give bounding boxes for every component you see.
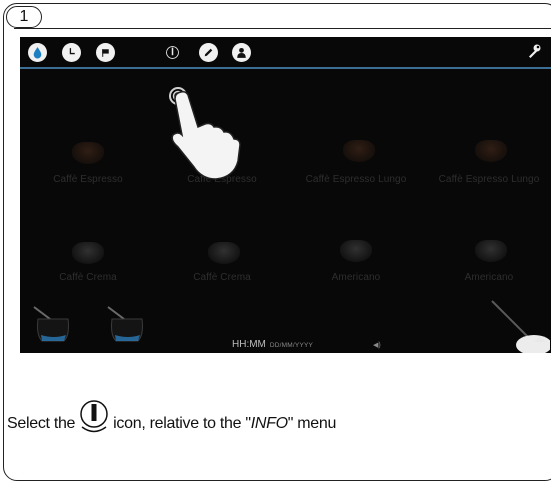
instruction-middle: icon, relative to the " [113,415,251,432]
beverage-cup-icon [343,140,375,162]
beverage-cup-icon [475,140,507,162]
beverage-tile-label[interactable]: Caffè Espresso Lungo [424,174,551,185]
instruction-text: Select the icon, relative to the "INFO" … [7,400,337,442]
beverage-cup-icon [72,242,104,264]
beverage-tile-label[interactable]: Caffè Crema [157,272,287,283]
status-date: DD/MM/YYYY [269,342,314,349]
up-arrow-icon[interactable] [534,336,546,342]
beverage-cup-icon [72,142,104,164]
beverage-tile-label[interactable]: Americano [291,272,421,283]
instruction-prefix: Select the [7,415,76,432]
user-icon[interactable] [232,43,251,62]
beverage-cup-icon [208,242,240,264]
top-bar-divider [20,67,551,69]
beverage-tile-label[interactable]: Caffè Crema [23,272,153,283]
machine-display: Caffè Espresso Caffè Espresso Caffè Espr… [20,37,551,353]
status-time: HH:MM [232,339,266,350]
beverage-tile-label[interactable]: Caffè Espresso Lungo [291,174,421,185]
flag-icon[interactable] [96,43,115,62]
status-clock: HH:MM DD/MM/YYYY [232,339,313,350]
info-icon[interactable] [163,43,182,62]
beverage-tile-label[interactable]: Americano [424,272,551,283]
beverage-cup-icon [340,240,372,262]
instruction-suffix: " menu [287,415,337,432]
pencil-icon[interactable] [199,43,218,62]
header-divider [14,28,551,29]
step-number-badge: 1 [6,6,42,28]
beverage-cup-icon [475,240,507,262]
display-top-bar [20,37,551,67]
beverage-tile-label[interactable]: Caffè Espresso [23,174,153,185]
instruction-menu-name: INFO [250,415,288,432]
info-icon [78,400,110,436]
speaker-icon[interactable]: ◀) [373,341,381,349]
pointing-hand-icon [169,87,241,180]
clock-icon[interactable] [62,43,81,62]
wrench-icon[interactable] [525,43,543,61]
water-drop-icon[interactable] [28,43,47,62]
